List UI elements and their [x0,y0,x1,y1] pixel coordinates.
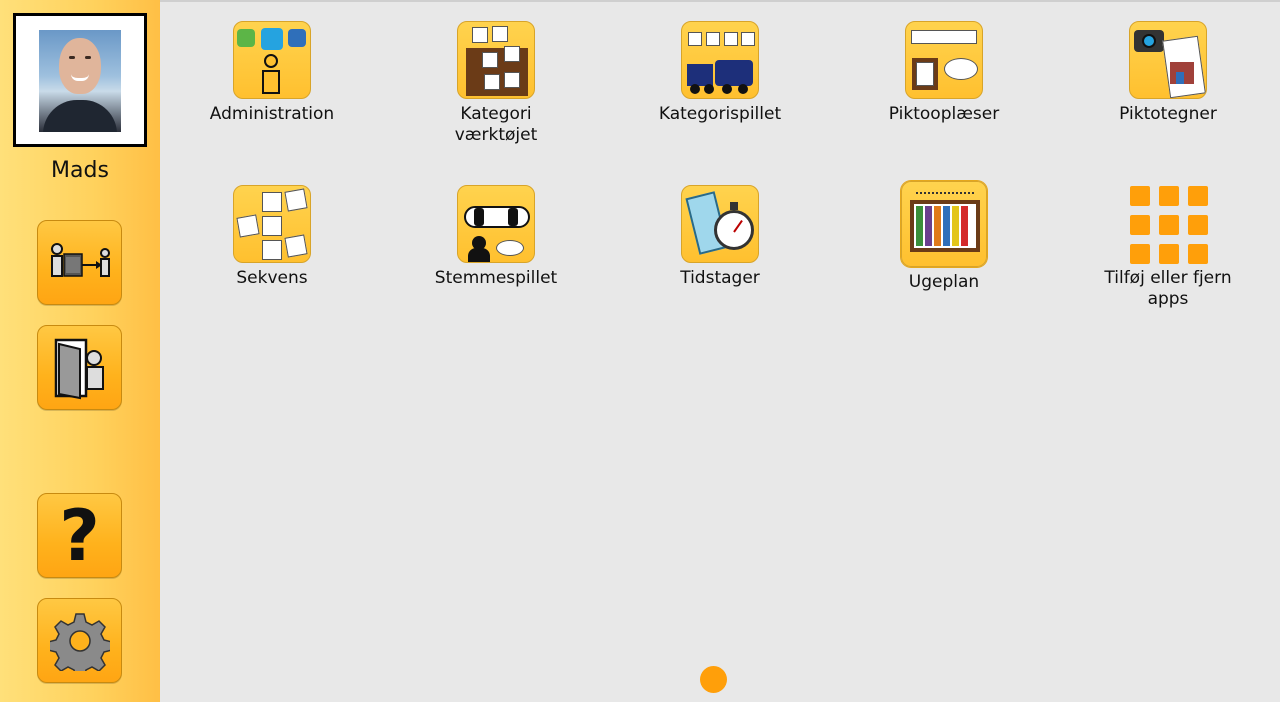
app-label: Piktooplæser [888,104,1000,124]
category-tool-icon [457,21,535,99]
profile-picture[interactable] [13,13,147,147]
profile-photo [39,30,121,132]
app-ugeplan[interactable]: Ugeplan [854,181,1034,293]
user-switch-icon [50,242,110,277]
app-label: Administration [209,104,335,124]
page-indicator-dot[interactable] [700,666,727,693]
app-sekvens[interactable]: Sekvens [182,185,362,289]
pictogram-reader-icon [905,21,983,99]
logout-button[interactable] [37,325,122,410]
sequence-icon [233,185,311,263]
administration-icon [233,21,311,99]
app-piktotegner[interactable]: Piktotegner [1078,21,1258,125]
help-button[interactable]: ? [37,493,122,578]
app-label: Tidstager [680,268,760,288]
app-piktooplaeser[interactable]: Piktooplæser [854,21,1034,125]
app-label: Kategori værktøjet [454,104,538,145]
top-divider [0,0,1280,2]
add-remove-apps-icon [1129,185,1208,264]
sidebar: Mads ? [0,0,160,702]
help-question-icon: ? [59,494,100,577]
app-label: Kategorispillet [658,104,782,124]
app-label: Sekvens [236,268,308,288]
app-kategorispillet[interactable]: Kategorispillet [630,21,810,125]
pictogram-drawer-icon [1129,21,1207,99]
logout-door-icon [54,338,104,399]
app-kategori-vaerktoejet[interactable]: Kategori værktøjet [406,21,586,146]
app-add-remove-apps[interactable]: Tilføj eller fjern apps [1078,185,1258,310]
profile-name: Mads [51,158,109,183]
app-label: Ugeplan [908,272,980,292]
week-plan-icon [901,181,987,267]
category-game-icon [681,21,759,99]
app-stemmespillet[interactable]: Stemmespillet [406,185,586,289]
app-label: Tilføj eller fjern apps [1104,268,1232,309]
app-label: Stemmespillet [434,268,558,288]
timer-icon [681,185,759,263]
settings-gear-icon [49,612,110,671]
settings-button[interactable] [37,598,122,683]
voice-game-icon [457,185,535,263]
switch-user-button[interactable] [37,220,122,305]
app-administration[interactable]: Administration [182,21,362,125]
app-label: Piktotegner [1119,104,1217,124]
app-tidstager[interactable]: Tidstager [630,185,810,289]
